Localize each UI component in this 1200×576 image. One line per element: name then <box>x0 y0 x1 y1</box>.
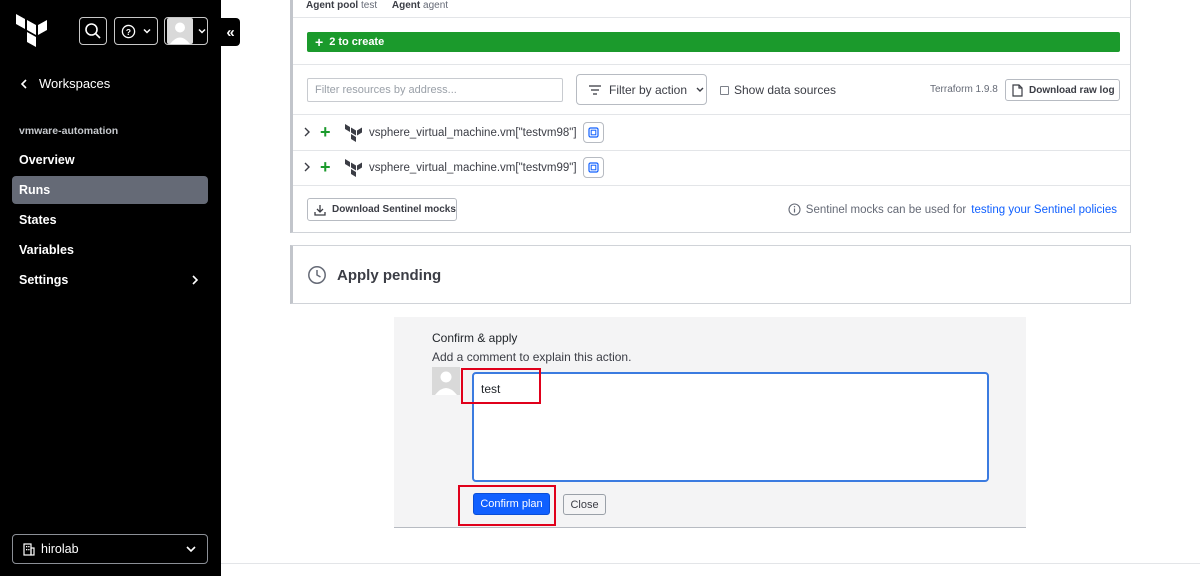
filter-by-action-label: Filter by action <box>609 82 688 97</box>
chevron-down-icon <box>186 546 196 553</box>
search-button[interactable] <box>79 17 107 45</box>
sidebar-item-settings[interactable]: Settings <box>12 266 208 294</box>
sidebar-item-label: Runs <box>19 183 51 197</box>
svg-text:?: ? <box>125 26 130 36</box>
organization-name: hirolab <box>41 542 79 556</box>
resource-row[interactable]: + vsphere_virtual_machine.vm["testvm98"] <box>293 116 1130 150</box>
chevron-right-icon <box>192 275 199 285</box>
back-to-workspaces-link[interactable]: Workspaces <box>19 76 110 91</box>
divider <box>293 185 1130 186</box>
divider <box>293 114 1130 115</box>
user-silhouette-icon <box>435 371 457 395</box>
workspace-name: vmware-automation <box>19 125 119 137</box>
collapse-sidebar-button[interactable]: « <box>221 18 240 46</box>
comment-textarea[interactable]: test <box>472 372 989 482</box>
organization-switcher[interactable]: hirolab <box>12 534 208 564</box>
sentinel-mocks-info: Sentinel mocks can be used for testing y… <box>788 203 1117 216</box>
highlight-box <box>458 485 556 526</box>
filter-icon <box>589 84 601 95</box>
create-plus-icon: + <box>320 157 331 177</box>
agent-info: Agent pool test Agent agent <box>306 0 448 11</box>
sentinel-mocks-info-text: Sentinel mocks can be used for <box>805 203 967 216</box>
create-plus-icon: + <box>320 122 331 142</box>
sidebar-nav: Overview Runs States Variables Settings <box>12 146 208 296</box>
download-raw-log-label: Download raw log <box>1029 84 1115 96</box>
highlight-box <box>461 368 541 404</box>
agent-value: agent <box>423 0 449 11</box>
plan-card: Agent pool test Agent agent + 2 to creat… <box>290 0 1131 233</box>
sidebar: ? Workspaces vmware-automation Overview … <box>0 0 221 576</box>
show-data-sources-toggle[interactable]: Show data sources <box>720 83 836 97</box>
sidebar-item-overview[interactable]: Overview <box>12 146 208 174</box>
create-summary-label: 2 to create <box>329 36 385 48</box>
chevron-down-icon <box>696 87 704 92</box>
divider <box>293 64 1130 65</box>
avatar <box>167 18 193 44</box>
file-icon <box>1012 83 1023 97</box>
info-icon <box>788 203 801 216</box>
confirm-apply-subtitle: Add a comment to explain this action. <box>432 350 632 364</box>
terraform-provider-icon <box>345 124 362 142</box>
chevron-right-icon[interactable] <box>303 161 311 173</box>
download-icon <box>314 204 326 216</box>
copy-address-button[interactable] <box>583 122 604 143</box>
create-summary-bar[interactable]: + 2 to create <box>307 32 1120 52</box>
show-data-sources-checkbox[interactable] <box>720 85 729 95</box>
agent-pool-label: Agent pool <box>306 0 359 11</box>
confirm-apply-title: Confirm & apply <box>432 331 518 345</box>
copy-icon <box>588 162 599 173</box>
chevron-down-icon <box>142 28 151 34</box>
search-icon <box>85 23 101 39</box>
agent-label: Agent <box>391 0 421 11</box>
double-chevron-left-icon: « <box>226 23 235 41</box>
filter-resources-input[interactable] <box>307 78 563 102</box>
confirm-apply-panel: Confirm & apply Add a comment to explain… <box>394 317 1026 528</box>
building-icon <box>23 542 35 556</box>
back-link-label: Workspaces <box>39 76 111 91</box>
sidebar-item-label: States <box>19 213 57 227</box>
help-icon: ? <box>121 24 135 38</box>
download-sentinel-mocks-label: Download Sentinel mocks <box>332 204 456 215</box>
clock-icon <box>308 266 326 284</box>
terraform-logo-icon[interactable] <box>16 14 48 48</box>
resource-address: vsphere_virtual_machine.vm["testvm98"] <box>369 127 577 139</box>
show-data-sources-label: Show data sources <box>734 83 837 97</box>
download-sentinel-mocks-button[interactable]: Download Sentinel mocks <box>307 198 457 221</box>
sidebar-item-label: Variables <box>19 243 74 257</box>
user-menu-button[interactable] <box>164 17 208 45</box>
sidebar-item-variables[interactable]: Variables <box>12 236 208 264</box>
sidebar-item-label: Overview <box>19 153 75 167</box>
sidebar-item-runs[interactable]: Runs <box>12 176 208 204</box>
chevron-down-icon <box>198 28 206 34</box>
resource-row[interactable]: + vsphere_virtual_machine.vm["testvm99"] <box>293 151 1130 185</box>
sidebar-item-label: Settings <box>19 273 69 287</box>
copy-icon <box>588 127 599 138</box>
filter-by-action-dropdown[interactable]: Filter by action <box>576 74 707 105</box>
divider <box>293 17 1130 18</box>
plus-icon: + <box>315 34 324 50</box>
resource-address: vsphere_virtual_machine.vm["testvm99"] <box>369 162 577 174</box>
copy-address-button[interactable] <box>583 157 604 178</box>
divider <box>221 563 1200 564</box>
help-menu-button[interactable]: ? <box>114 17 158 45</box>
chevron-right-icon[interactable] <box>303 126 311 138</box>
sentinel-policies-link[interactable]: testing your Sentinel policies <box>971 204 1117 216</box>
avatar <box>432 367 460 395</box>
terraform-provider-icon <box>345 159 362 177</box>
apply-pending-card: Apply pending <box>290 245 1131 304</box>
agent-pool-value: test <box>361 0 378 11</box>
chevron-left-icon <box>20 78 27 89</box>
close-button[interactable]: Close <box>563 494 606 515</box>
user-silhouette-icon <box>170 22 190 44</box>
download-raw-log-button[interactable]: Download raw log <box>1005 79 1120 101</box>
sidebar-item-states[interactable]: States <box>12 206 208 234</box>
apply-status-title: Apply pending <box>337 267 442 284</box>
terraform-version: Terraform 1.9.8 <box>930 84 998 95</box>
